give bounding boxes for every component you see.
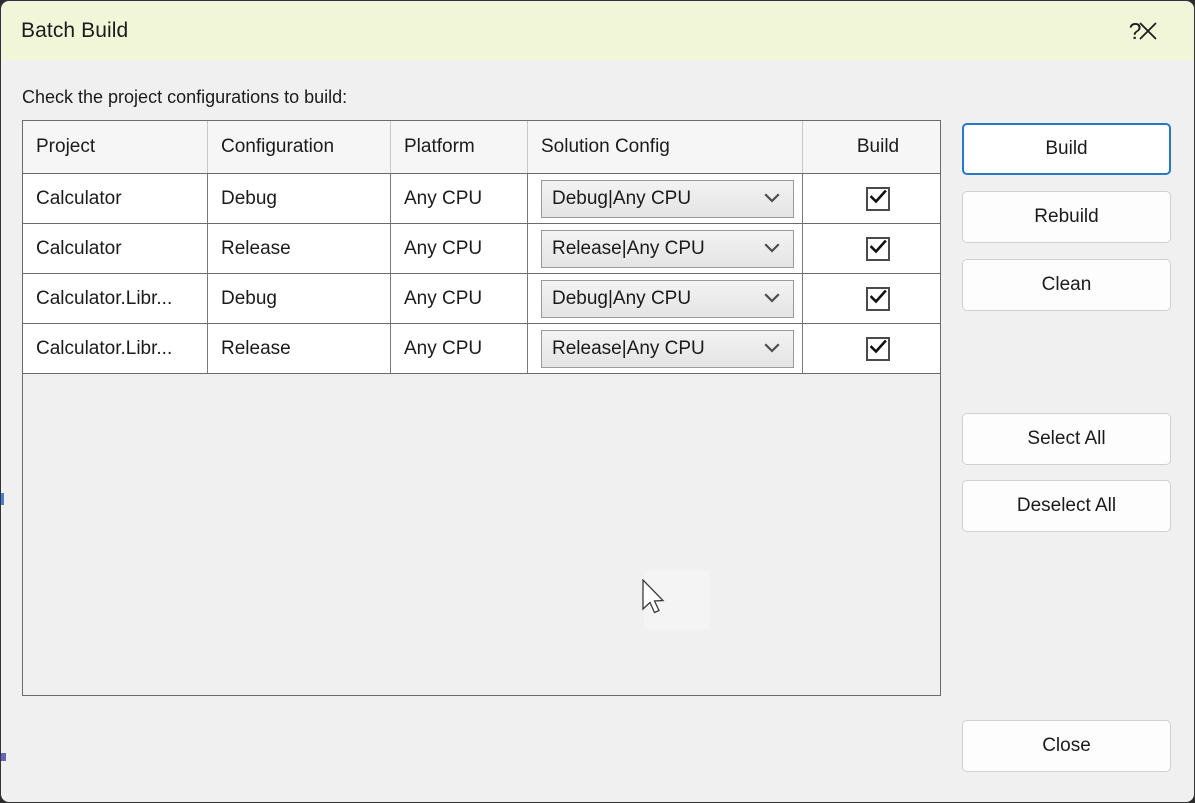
cell-configuration: Release: [208, 324, 391, 373]
cell-build: [803, 174, 940, 223]
checkmark-icon: [870, 288, 887, 310]
cell-solution-config: Release|Any CPU: [528, 324, 803, 373]
build-checkbox[interactable]: [866, 187, 890, 211]
cell-configuration: Debug: [208, 174, 391, 223]
close-icon: [1136, 19, 1160, 43]
checkmark-icon: [870, 238, 887, 260]
cell-platform: Any CPU: [391, 224, 528, 273]
table-row[interactable]: Calculator.Libr...ReleaseAny CPU Release|…: [23, 324, 940, 374]
chevron-down-icon: [763, 288, 781, 310]
chevron-down-icon: [763, 188, 781, 210]
instruction-label: Check the project configurations to buil…: [22, 87, 347, 108]
cell-platform: Any CPU: [391, 324, 528, 373]
table-row[interactable]: CalculatorReleaseAny CPU Release|Any CPU: [23, 224, 940, 274]
cell-platform: Any CPU: [391, 274, 528, 323]
close-window-button[interactable]: [1120, 2, 1176, 60]
clean-button[interactable]: Clean: [962, 259, 1171, 311]
select-all-button[interactable]: Select All: [962, 413, 1171, 465]
title-bar: Batch Build ?: [2, 2, 1195, 60]
cell-solution-config: Release|Any CPU: [528, 224, 803, 273]
solution-config-value: Debug|Any CPU: [552, 188, 691, 210]
grid-header-row: Project Configuration Platform Solution …: [23, 121, 940, 174]
column-header-build[interactable]: Build: [803, 121, 940, 173]
chevron-down-icon: [763, 238, 781, 260]
build-button[interactable]: Build: [962, 123, 1171, 175]
configurations-grid: Project Configuration Platform Solution …: [22, 120, 941, 696]
left-edge-artifact-lower: [1, 753, 6, 761]
checkmark-icon: [870, 338, 887, 360]
column-header-project[interactable]: Project: [23, 121, 208, 173]
cell-build: [803, 224, 940, 273]
deselect-all-button[interactable]: Deselect All: [962, 480, 1171, 532]
solution-config-dropdown[interactable]: Debug|Any CPU: [541, 280, 794, 318]
build-checkbox[interactable]: [866, 337, 890, 361]
chevron-down-icon: [763, 338, 781, 360]
cell-project: Calculator.Libr...: [23, 324, 208, 373]
cell-configuration: Release: [208, 224, 391, 273]
column-header-platform[interactable]: Platform: [391, 121, 528, 173]
cell-solution-config: Debug|Any CPU: [528, 174, 803, 223]
table-row[interactable]: Calculator.Libr...DebugAny CPU Debug|Any …: [23, 274, 940, 324]
rebuild-button[interactable]: Rebuild: [962, 191, 1171, 243]
cell-build: [803, 324, 940, 373]
solution-config-dropdown[interactable]: Release|Any CPU: [541, 230, 794, 268]
table-row[interactable]: CalculatorDebugAny CPU Debug|Any CPU: [23, 174, 940, 224]
solution-config-value: Debug|Any CPU: [552, 288, 691, 310]
batch-build-dialog: Batch Build ? Check the project configur…: [0, 0, 1195, 803]
hover-highlight: [644, 571, 710, 629]
column-header-solution-config[interactable]: Solution Config: [528, 121, 803, 173]
window-title: Batch Build: [21, 19, 128, 43]
checkmark-icon: [870, 188, 887, 210]
left-edge-artifact: [1, 493, 4, 505]
cell-configuration: Debug: [208, 274, 391, 323]
grid-rows: CalculatorDebugAny CPUDebug|Any CPUCalcu…: [23, 174, 940, 374]
cell-solution-config: Debug|Any CPU: [528, 274, 803, 323]
solution-config-value: Release|Any CPU: [552, 338, 705, 360]
cell-platform: Any CPU: [391, 174, 528, 223]
cell-project: Calculator: [23, 174, 208, 223]
build-checkbox[interactable]: [866, 287, 890, 311]
solution-config-dropdown[interactable]: Debug|Any CPU: [541, 180, 794, 218]
solution-config-value: Release|Any CPU: [552, 238, 705, 260]
cell-build: [803, 274, 940, 323]
close-button[interactable]: Close: [962, 720, 1171, 772]
cell-project: Calculator: [23, 224, 208, 273]
cell-project: Calculator.Libr...: [23, 274, 208, 323]
build-checkbox[interactable]: [866, 237, 890, 261]
solution-config-dropdown[interactable]: Release|Any CPU: [541, 330, 794, 368]
column-header-configuration[interactable]: Configuration: [208, 121, 391, 173]
